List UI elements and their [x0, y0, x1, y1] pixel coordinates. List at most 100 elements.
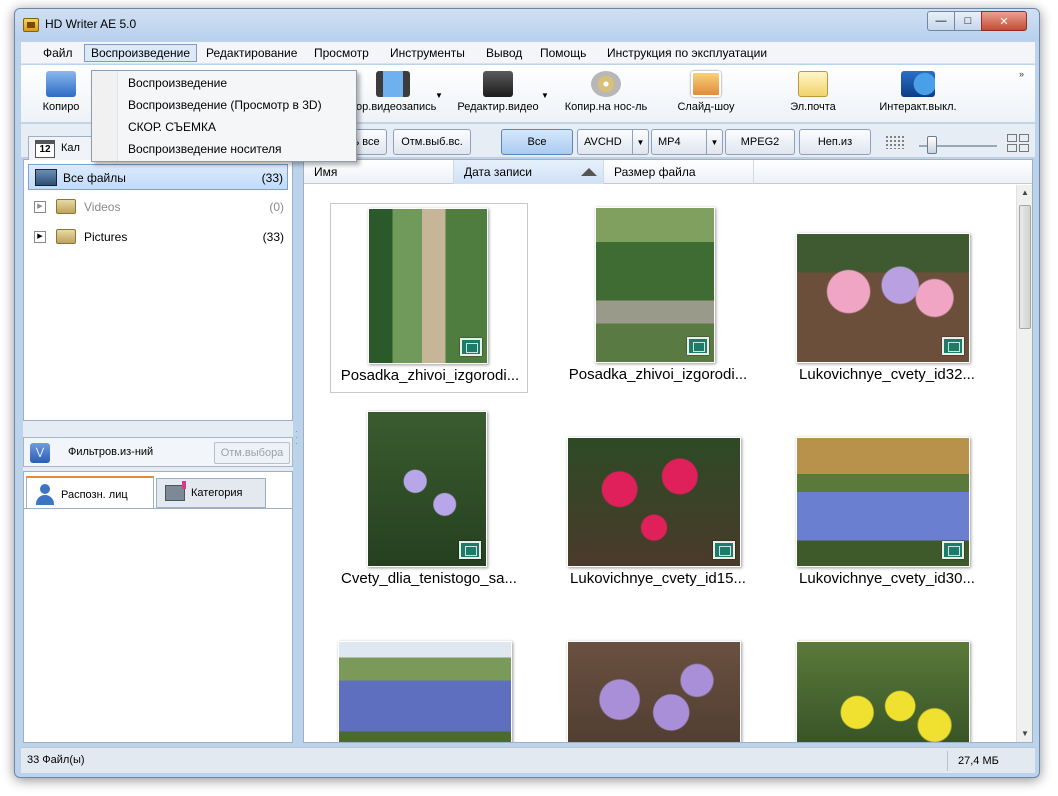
photo-type-icon	[687, 337, 709, 355]
avchd-filter-button[interactable]: AVCHD ▼	[577, 129, 649, 155]
large-thumbnails-icon[interactable]	[1007, 134, 1029, 152]
menu-view[interactable]: Просмотр	[308, 45, 375, 63]
status-bar: 33 Файл(ы) 27,4 МБ	[21, 747, 1035, 773]
menu-item-media-playback[interactable]: Воспроизведение носителя	[128, 142, 282, 156]
file-tile[interactable]: Lukovichnye_cvety_id15...	[559, 407, 757, 597]
total-size-status: 27,4 МБ	[947, 751, 1025, 771]
mp4-dropdown-icon[interactable]: ▼	[706, 130, 722, 154]
copy-tool-label: Копиро	[42, 101, 80, 113]
filter-all-button[interactable]: Все	[501, 129, 573, 155]
tree-item-label: Videos	[84, 200, 121, 214]
clear-selection-button[interactable]: Отм.выбора	[214, 442, 290, 464]
tab-category[interactable]: Категория	[156, 478, 266, 508]
menu-manual[interactable]: Инструкция по эксплуатации	[601, 45, 773, 63]
face-category-panel: Распозн. лиц Категория	[23, 471, 293, 743]
edit-video-tool-label: Редактир.видео	[457, 101, 539, 113]
maximize-button[interactable]: □	[954, 11, 982, 31]
file-tile[interactable]	[559, 615, 757, 742]
scroll-up-icon[interactable]: ▲	[1017, 185, 1033, 201]
slideshow-tool[interactable]: Слайд-шоу	[671, 71, 741, 113]
tree-item-count: (0)	[269, 200, 284, 214]
menu-item-high-speed-burst[interactable]: СКОР. СЪЕМКА	[128, 120, 216, 134]
file-count-status: 33 Файл(ы)	[27, 754, 85, 766]
menu-file[interactable]: Файл	[37, 45, 79, 63]
video-edit-tool[interactable]: Кор.видеозапись	[343, 71, 443, 113]
file-tile[interactable]: Lukovichnye_cvety_id30...	[788, 407, 986, 597]
photo-type-icon	[713, 541, 735, 559]
file-name: Cvety_dlia_tenistogo_sa...	[341, 570, 517, 587]
file-tile[interactable]	[788, 615, 986, 742]
edit-video-tool[interactable]: Редактир.видео	[453, 71, 543, 113]
menu-gutter	[92, 71, 118, 161]
file-tile[interactable]: Posadka_zhivoi_izgorodi...	[330, 203, 528, 393]
file-thumbnail	[796, 641, 970, 742]
file-tile[interactable]: Cvety_dlia_tenistogo_sa...	[330, 407, 528, 597]
column-date[interactable]: Дата записи	[454, 160, 604, 184]
menu-playback[interactable]: Воспроизведение	[84, 44, 198, 62]
photo-type-icon	[459, 541, 481, 559]
column-size[interactable]: Размер файла	[604, 160, 754, 184]
column-date-label: Дата записи	[464, 165, 532, 179]
scrollbar-thumb[interactable]	[1019, 205, 1031, 329]
menu-help[interactable]: Помощь	[534, 45, 592, 63]
edit-video-dropdown-icon[interactable]: ▼	[541, 91, 549, 100]
file-tile[interactable]	[330, 615, 528, 742]
tree-item-count: (33)	[261, 171, 283, 185]
file-tile[interactable]: Lukovichnye_cvety_id32...	[788, 203, 986, 393]
left-panel: 12 Кал Все файлы (33) ▶ Videos (0) ▶ Pic…	[23, 136, 294, 743]
vertical-scrollbar[interactable]: ▲ ▼	[1016, 185, 1032, 742]
expand-icon[interactable]: ▶	[34, 201, 46, 213]
mp4-filter-button[interactable]: MP4 ▼	[651, 129, 723, 155]
tab-face-recognition[interactable]: Распозн. лиц	[26, 476, 154, 508]
folder-icon	[56, 199, 76, 214]
sort-ascending-icon	[581, 168, 597, 176]
menu-item-playback[interactable]: Воспроизведение	[128, 76, 227, 90]
menu-item-playback-3d[interactable]: Воспроизведение (Просмотр в 3D)	[128, 98, 322, 112]
menu-tools[interactable]: Инструменты	[384, 45, 471, 63]
interactive-off-tool-label: Интеракт.выкл.	[879, 101, 957, 113]
title-bar: HD Writer AE 5.0 — □ ✕	[15, 9, 1039, 41]
slideshow-icon	[691, 71, 721, 97]
photo-type-icon	[942, 337, 964, 355]
copy-to-media-tool[interactable]: Копир.на нос-ль	[561, 71, 651, 113]
interactive-off-tool[interactable]: Интеракт.выкл.	[873, 71, 963, 113]
tab-category-label: Категория	[191, 487, 243, 499]
tree-item-pictures[interactable]: ▶ Pictures (33)	[28, 224, 288, 250]
avchd-dropdown-icon[interactable]: ▼	[632, 130, 648, 154]
file-thumbnail	[567, 641, 741, 742]
tree-item-all-files[interactable]: Все файлы (33)	[28, 164, 288, 190]
horizontal-splitter[interactable]	[23, 425, 293, 433]
tree-item-count: (33)	[262, 230, 284, 244]
photo-type-icon	[942, 541, 964, 559]
close-button[interactable]: ✕	[981, 11, 1027, 31]
small-thumbnails-icon[interactable]	[885, 135, 905, 149]
copy-icon	[46, 71, 76, 97]
category-icon	[165, 481, 186, 501]
avchd-label: AVCHD	[584, 136, 622, 148]
minimize-button[interactable]: —	[927, 11, 955, 31]
calendar-icon: 12	[35, 140, 55, 158]
file-tile[interactable]: Posadka_zhivoi_izgorodi...	[559, 203, 757, 393]
vertical-splitter[interactable]: · · ·	[295, 428, 301, 449]
collapse-chevron-icon[interactable]: ⋁	[30, 443, 50, 463]
copy-tool[interactable]: Копиро	[31, 71, 91, 113]
scroll-down-icon[interactable]: ▼	[1017, 726, 1033, 742]
tree-item-videos[interactable]: ▶ Videos (0)	[28, 194, 288, 220]
zoom-slider-thumb[interactable]	[927, 136, 937, 154]
unavailable-filter-button[interactable]: Неп.из	[799, 129, 871, 155]
video-edit-dropdown-icon[interactable]: ▼	[435, 91, 443, 100]
copy-to-media-tool-label: Копир.на нос-ль	[564, 101, 648, 113]
menu-output[interactable]: Вывод	[480, 45, 528, 63]
disc-icon	[591, 71, 621, 97]
file-browser: Имя Дата записи Размер файла Posadka_zhi…	[303, 159, 1033, 743]
menu-edit[interactable]: Редактирование	[200, 45, 303, 63]
menu-bar: Файл Воспроизведение Редактирование Прос…	[21, 42, 1035, 64]
column-name[interactable]: Имя	[304, 160, 454, 184]
tree-item-label: Все файлы	[63, 171, 126, 185]
mpeg2-filter-button[interactable]: MPEG2	[725, 129, 795, 155]
more-tools-icon[interactable]: »	[1019, 69, 1024, 79]
deselect-all-button[interactable]: Отм.выб.вс.	[393, 129, 471, 155]
video-camera-icon	[483, 71, 513, 97]
expand-icon[interactable]: ▶	[34, 231, 46, 243]
email-tool[interactable]: Эл.почта	[783, 71, 843, 113]
